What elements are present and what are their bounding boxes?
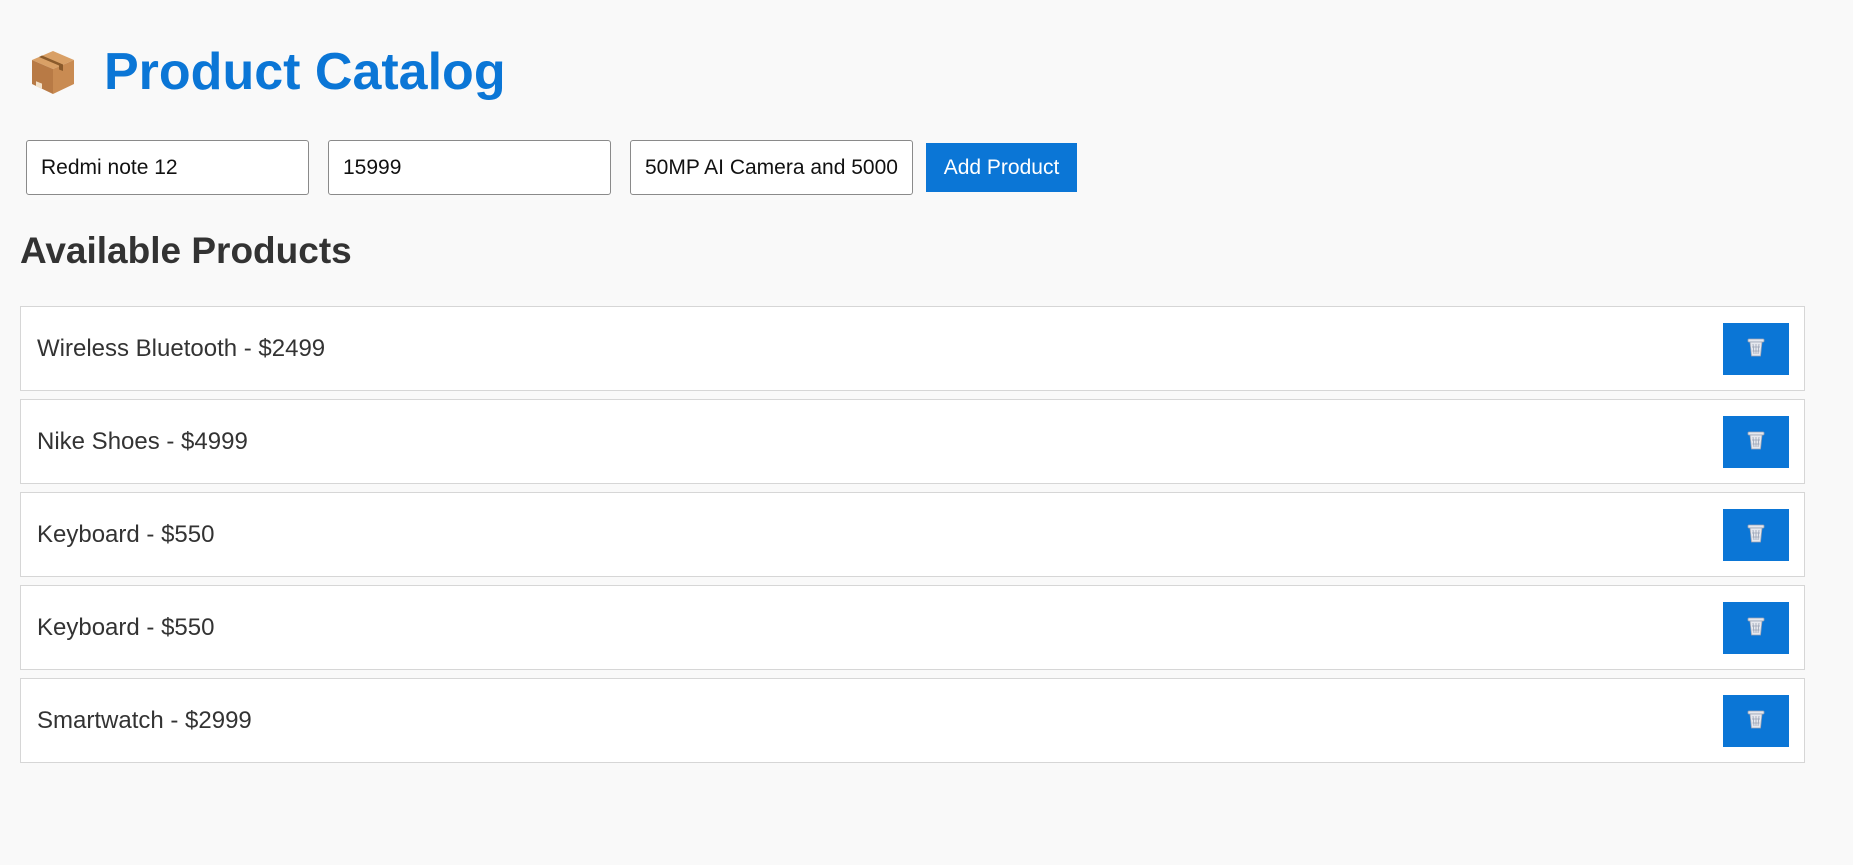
trash-icon: [1745, 522, 1767, 547]
list-item: Nike Shoes - $4999: [20, 399, 1805, 484]
trash-icon: [1745, 336, 1767, 361]
add-product-button[interactable]: Add Product: [926, 143, 1077, 192]
trash-icon: [1745, 708, 1767, 733]
page: Product Catalog Add Product Available Pr…: [0, 0, 1853, 865]
section-title: Available Products: [20, 230, 352, 271]
product-description-input[interactable]: [630, 140, 913, 195]
product-price-input[interactable]: [328, 140, 611, 195]
product-label: Wireless Bluetooth - $2499: [37, 334, 326, 362]
product-label: Smartwatch - $2999: [37, 706, 252, 734]
list-item: Smartwatch - $2999: [20, 678, 1805, 763]
delete-button[interactable]: [1723, 322, 1789, 375]
delete-button[interactable]: [1723, 508, 1789, 561]
product-label: Keyboard - $550: [37, 613, 215, 641]
delete-button[interactable]: [1723, 694, 1789, 747]
product-label: Keyboard - $550: [37, 520, 215, 548]
product-name-input[interactable]: [26, 140, 309, 195]
page-header: Product Catalog: [28, 42, 506, 102]
product-list: Wireless Bluetooth - $2499 Nike Shoes - …: [20, 306, 1805, 771]
page-title: Product Catalog: [104, 43, 506, 101]
package-box-icon: [28, 47, 78, 97]
trash-icon: [1745, 615, 1767, 640]
trash-icon: [1745, 429, 1767, 454]
add-product-form: Add Product: [26, 140, 1077, 195]
delete-button[interactable]: [1723, 601, 1789, 654]
list-item: Keyboard - $550: [20, 585, 1805, 670]
product-label: Nike Shoes - $4999: [37, 427, 248, 455]
list-item: Wireless Bluetooth - $2499: [20, 306, 1805, 391]
delete-button[interactable]: [1723, 415, 1789, 468]
list-item: Keyboard - $550: [20, 492, 1805, 577]
